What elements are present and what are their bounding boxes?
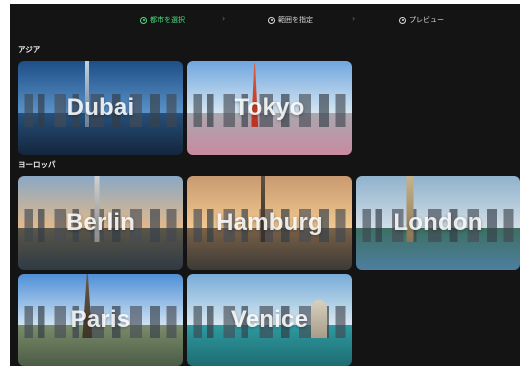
city-card-hamburg[interactable]: Hamburg [187,176,352,270]
radio-icon [268,16,275,24]
step-select-city[interactable]: 都市を選択 [140,15,185,25]
city-name: Venice [230,306,309,333]
city-card-dubai[interactable]: Dubai [18,61,183,155]
section-title-asia: アジア [18,45,41,54]
city-card-berlin[interactable]: Berlin [18,176,183,270]
step-label: 都市を選択 [150,16,185,24]
city-name: Paris [70,306,131,333]
step-label: 範囲を指定 [278,16,313,24]
city-name: Tokyo [234,94,305,121]
radio-check-icon [140,16,147,24]
app-frame: 都市を選択 › 範囲を指定 › プレビュー アジア Dubai Tokyo ヨー… [10,4,520,366]
step-label: プレビュー [409,16,444,24]
city-card-london[interactable]: London [356,176,520,270]
city-card-paris[interactable]: Paris [18,274,183,366]
step-preview[interactable]: プレビュー [399,15,444,25]
city-name: Berlin [65,209,136,236]
stepper: 都市を選択 › 範囲を指定 › プレビュー [10,4,520,38]
city-card-venice[interactable]: Venice [187,274,352,366]
chevron-right-icon: › [352,14,356,23]
city-name: Hamburg [216,209,323,236]
chevron-right-icon: › [222,14,226,23]
city-card-tokyo[interactable]: Tokyo [187,61,352,155]
plus-circle-icon [399,16,406,24]
city-name: Dubai [66,94,135,121]
step-set-range[interactable]: 範囲を指定 [268,15,313,25]
city-name: London [393,209,483,236]
section-title-europe: ヨーロッパ [18,160,56,169]
